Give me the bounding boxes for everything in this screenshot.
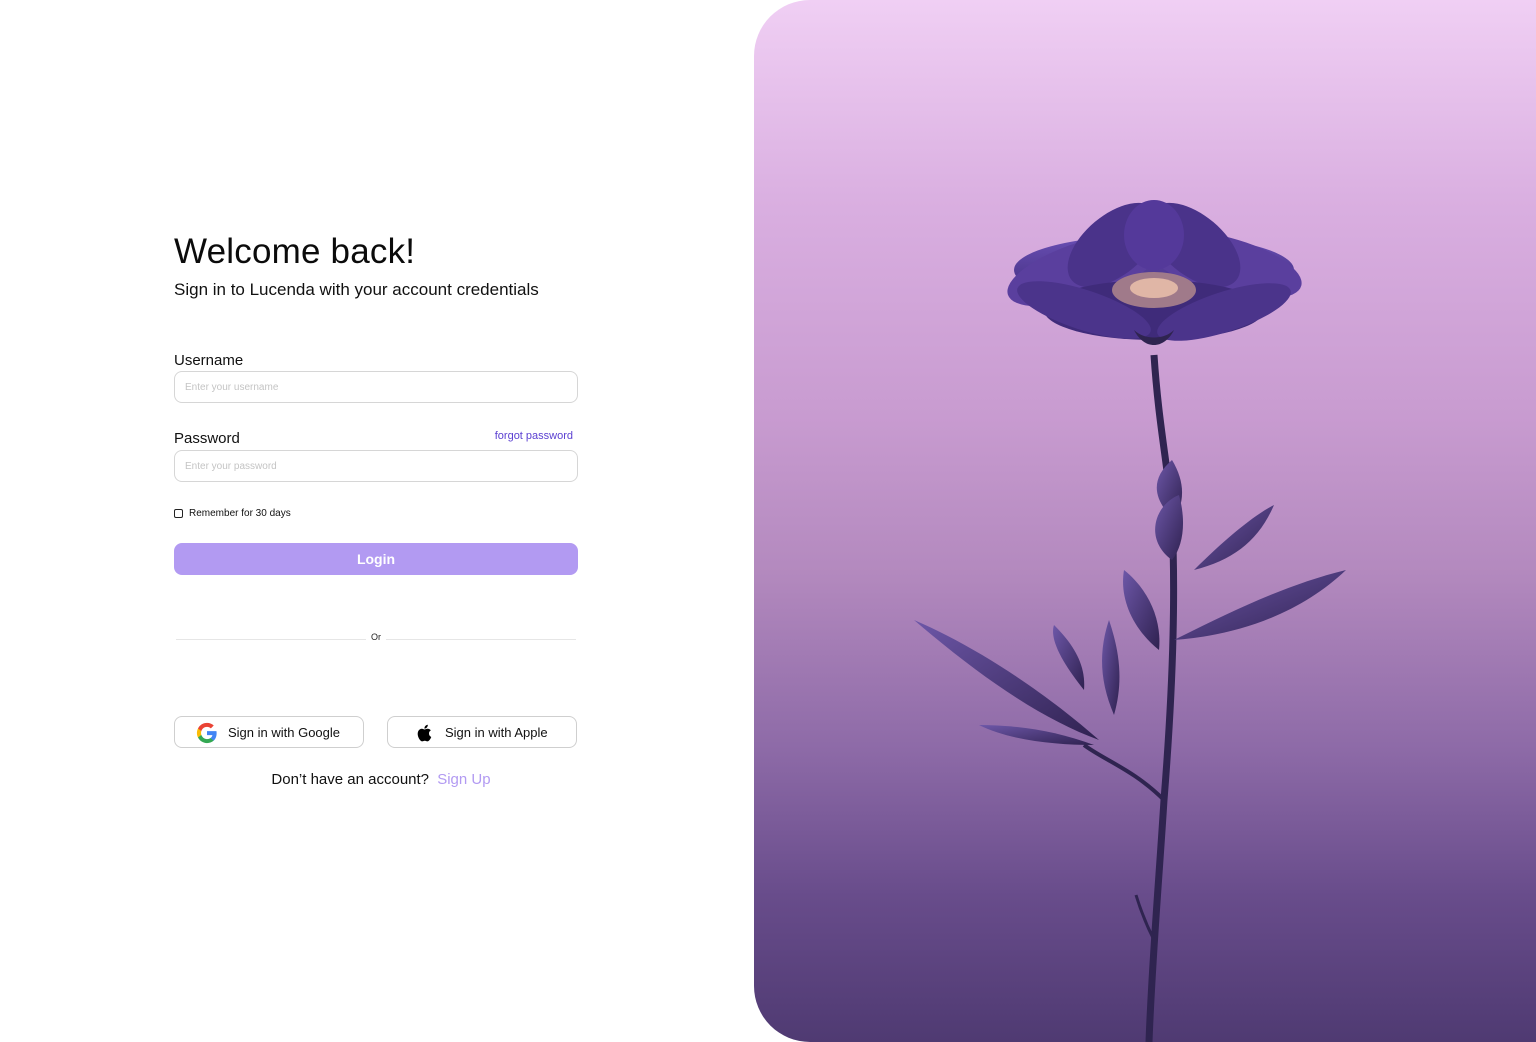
google-button-label: Sign in with Google — [228, 725, 341, 740]
apple-icon — [417, 724, 432, 742]
signup-row: Don’t have an account? Sign Up — [174, 771, 588, 788]
remember-checkbox[interactable] — [174, 509, 183, 518]
username-input[interactable] — [174, 371, 578, 403]
remember-label: Remember for 30 days — [189, 508, 291, 519]
login-form: Welcome back! Sign in to Lucenda with yo… — [174, 0, 578, 1042]
apple-button-label: Sign in with Apple — [445, 725, 548, 740]
divider-text: Or — [371, 632, 381, 642]
signup-prompt: Don’t have an account? — [271, 771, 430, 788]
divider-line-right — [386, 639, 576, 640]
google-signin-button[interactable]: Sign in with Google — [174, 716, 364, 748]
google-icon — [196, 722, 217, 744]
forgot-password-link[interactable]: forgot password — [495, 430, 573, 442]
hero-image — [754, 0, 1536, 1042]
login-page: Welcome back! Sign in to Lucenda with yo… — [0, 0, 1536, 1042]
page-subtitle: Sign in to Lucenda with your account cre… — [174, 280, 539, 299]
page-title: Welcome back! — [174, 232, 416, 271]
apple-signin-button[interactable]: Sign in with Apple — [387, 716, 577, 748]
password-input[interactable] — [174, 450, 578, 482]
remember-me: Remember for 30 days — [174, 508, 291, 519]
username-label: Username — [174, 352, 244, 369]
password-label: Password — [174, 430, 240, 447]
signup-link[interactable]: Sign Up — [437, 771, 490, 788]
or-divider: Or — [176, 632, 576, 646]
login-button[interactable]: Login — [174, 543, 578, 575]
flower-illustration — [914, 200, 1346, 1042]
